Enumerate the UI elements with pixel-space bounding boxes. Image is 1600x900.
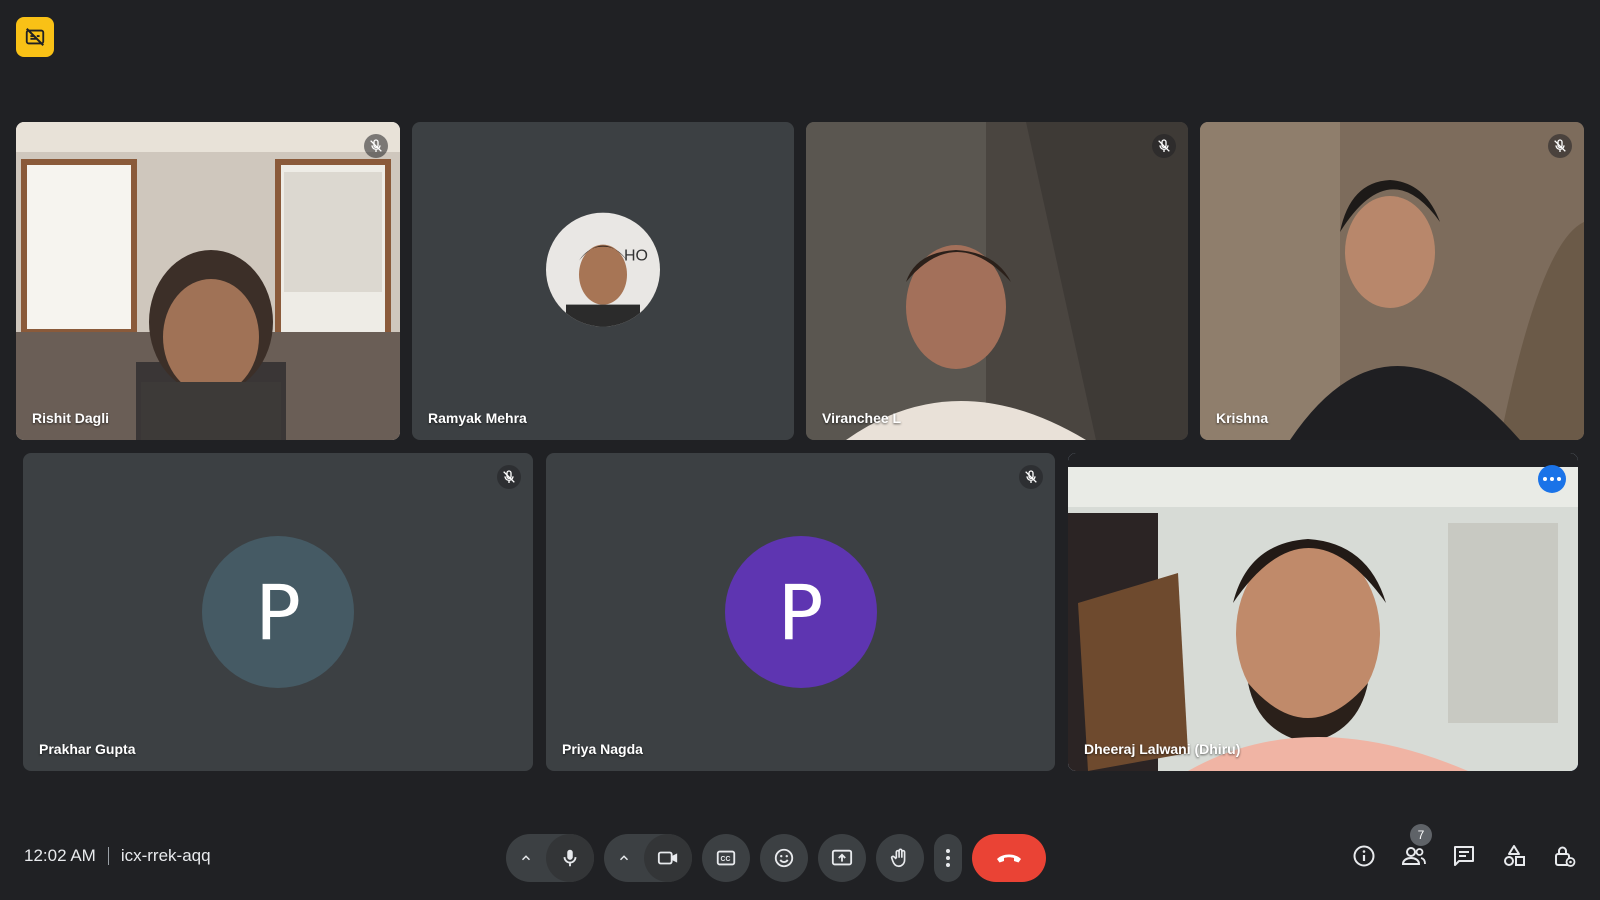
- mic-off-icon: [1025, 470, 1037, 483]
- mic-off-icon: [503, 470, 515, 483]
- participant-tile[interactable]: Viranchee L: [806, 122, 1188, 440]
- participant-name: Priya Nagda: [562, 741, 643, 757]
- call-controls: CC: [506, 834, 1046, 882]
- video-options-button[interactable]: [604, 834, 644, 882]
- captions-off-icon: [25, 28, 45, 46]
- chat-icon: [1454, 846, 1474, 866]
- mic-off-icon: [370, 139, 382, 152]
- host-controls-icon: [1555, 846, 1576, 867]
- participant-tile[interactable]: P Priya Nagda: [546, 453, 1055, 771]
- participant-name: Prakhar Gupta: [39, 741, 136, 757]
- chevron-up-icon: [619, 855, 629, 861]
- muted-indicator: [497, 465, 521, 489]
- end-call-button[interactable]: [972, 834, 1046, 882]
- audio-group: [506, 834, 594, 882]
- emoji-button[interactable]: [760, 834, 808, 882]
- participant-video: [1068, 453, 1578, 771]
- avatar-letter: P: [777, 567, 824, 657]
- meeting-details-button[interactable]: [1346, 838, 1382, 874]
- muted-indicator: [1152, 134, 1176, 158]
- meeting-info: 12:02 AM icx-rrek-aqq: [24, 846, 211, 866]
- host-controls-button[interactable]: [1546, 838, 1582, 874]
- mic-off-icon: [1554, 139, 1566, 152]
- meeting-code: icx-rrek-aqq: [120, 846, 211, 865]
- meeting-time: 12:02 AM: [24, 846, 96, 865]
- participant-name: Ramyak Mehra: [428, 410, 527, 426]
- participant-tile[interactable]: P Prakhar Gupta: [23, 453, 533, 771]
- camera-icon: [657, 851, 678, 865]
- audio-options-button[interactable]: [506, 834, 546, 882]
- side-panel-controls: 7: [1346, 824, 1582, 874]
- participant-tile-active[interactable]: Dheeraj Lalwani (Dhiru): [1068, 453, 1578, 771]
- participant-avatar: P: [724, 536, 877, 688]
- chat-button[interactable]: [1446, 838, 1482, 874]
- captions-off-badge[interactable]: [16, 17, 54, 57]
- more-options-icon[interactable]: [1538, 465, 1566, 493]
- video-group: [604, 834, 692, 882]
- activities-button[interactable]: [1496, 838, 1532, 874]
- people-button[interactable]: 7: [1396, 824, 1432, 874]
- participant-tile[interactable]: Krishna: [1200, 122, 1584, 440]
- avatar-letter: P: [255, 567, 301, 657]
- participant-video: [1200, 122, 1584, 440]
- participant-avatar: HO: [546, 212, 660, 327]
- people-icon: [1401, 847, 1426, 865]
- raise-hand-icon: [890, 848, 906, 868]
- muted-indicator: [1019, 465, 1043, 489]
- info-icon: [1353, 845, 1375, 867]
- mic-off-icon: [1158, 139, 1170, 152]
- raise-hand-button[interactable]: [876, 834, 924, 882]
- divider: [107, 847, 109, 865]
- captions-icon: CC: [716, 850, 736, 866]
- participant-video: [806, 122, 1188, 440]
- camera-button[interactable]: [644, 834, 692, 882]
- mic-icon: [563, 849, 577, 867]
- participant-video: [16, 122, 400, 440]
- more-options-button[interactable]: [934, 834, 962, 882]
- more-vert-icon: [946, 849, 950, 867]
- emoji-icon: [774, 848, 794, 868]
- captions-button[interactable]: CC: [702, 834, 750, 882]
- muted-indicator: [1548, 134, 1572, 158]
- present-button[interactable]: [818, 834, 866, 882]
- muted-indicator: [364, 134, 388, 158]
- participant-avatar: P: [202, 536, 354, 688]
- chevron-up-icon: [521, 855, 531, 861]
- participant-tile[interactable]: Rishit Dagli: [16, 122, 400, 440]
- participant-count-badge: 7: [1410, 824, 1432, 846]
- participant-name: Rishit Dagli: [32, 410, 110, 426]
- participant-name: Dheeraj Lalwani (Dhiru): [1084, 741, 1241, 757]
- present-icon: [831, 849, 853, 866]
- participant-name: Krishna: [1216, 410, 1269, 426]
- end-call-icon: [997, 854, 1021, 863]
- activities-icon: [1504, 845, 1525, 866]
- svg-text:HO: HO: [624, 248, 648, 265]
- participant-name: Viranchee L: [822, 410, 902, 426]
- mic-button[interactable]: [546, 834, 594, 882]
- svg-text:CC: CC: [721, 856, 731, 863]
- participant-tile[interactable]: HO Ramyak Mehra: [412, 122, 794, 440]
